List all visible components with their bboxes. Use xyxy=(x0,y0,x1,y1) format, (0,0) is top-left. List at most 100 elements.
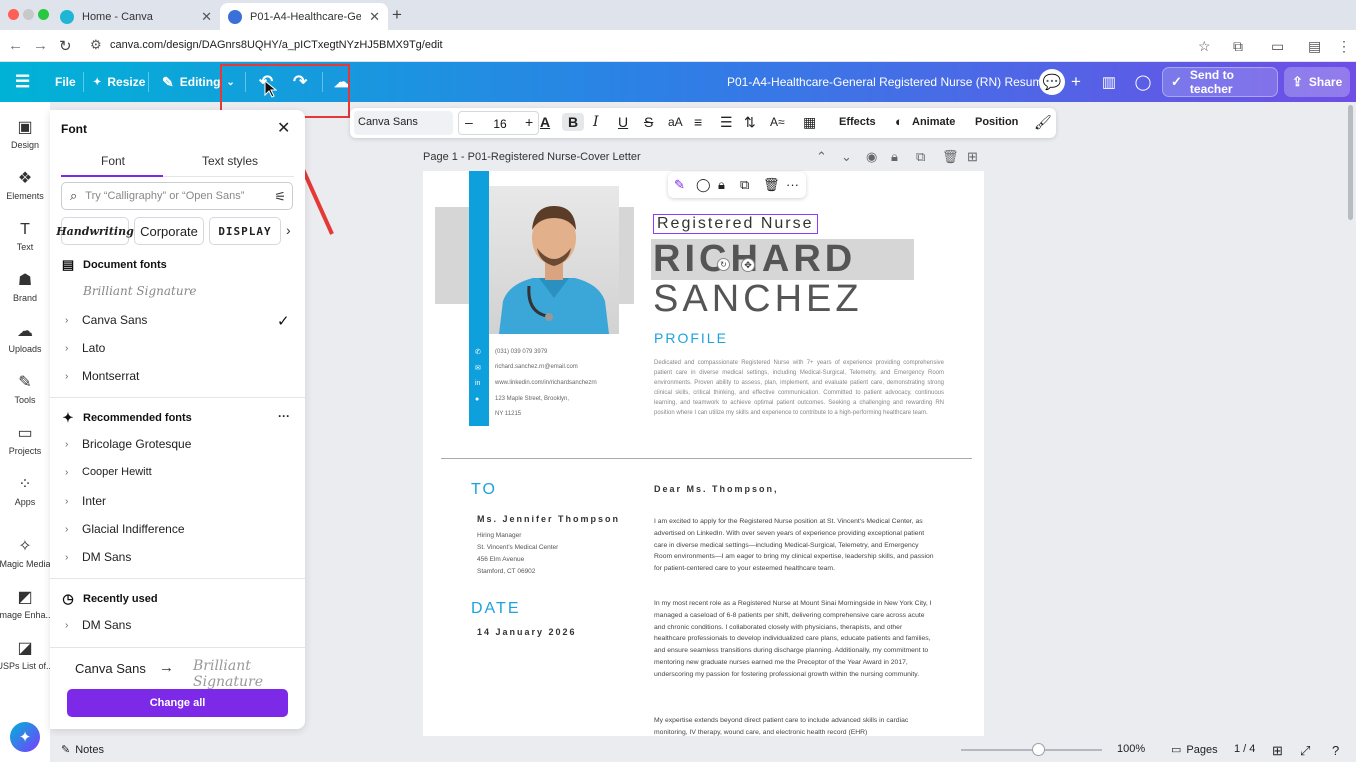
vertical-scrollbar[interactable] xyxy=(1348,105,1353,220)
sidebar-item-text[interactable]: T Text xyxy=(0,221,50,252)
spacing-icon[interactable]: ⇅ xyxy=(744,113,756,131)
comment-icon[interactable]: ◯ xyxy=(1130,69,1156,95)
back-arrow-icon[interactable]: ← xyxy=(8,37,23,54)
font-search-input[interactable] xyxy=(85,190,256,202)
chevron-down-icon[interactable]: ⌄ xyxy=(841,149,852,165)
recipient-name[interactable]: Ms. Jennifer Thompson xyxy=(477,514,620,524)
chip-corporate[interactable]: Corporate xyxy=(134,217,204,245)
zoom-slider-thumb[interactable] xyxy=(1032,743,1046,756)
letter-paragraph[interactable]: In my most recent role as a Registered N… xyxy=(654,598,934,681)
font-item-inter[interactable]: › Inter xyxy=(65,490,295,512)
increase-size-button[interactable]: + xyxy=(525,114,533,130)
browser-tab-design[interactable]: P01-A4-Healthcare-General R ✕ xyxy=(220,3,388,30)
delete-page-icon[interactable]: 🗑︎ xyxy=(942,149,959,165)
main-menu-icon[interactable]: ☰ xyxy=(15,62,30,102)
chevron-right-icon[interactable]: › xyxy=(65,620,73,631)
contact-email[interactable]: richard.sanchez.rn@email.com xyxy=(495,364,578,370)
align-left-icon[interactable]: ≡ xyxy=(694,113,702,131)
new-tab-button[interactable]: + xyxy=(392,5,402,25)
font-item-brilliant-signature[interactable]: Brilliant Signature xyxy=(65,280,295,302)
url-field[interactable]: canva.com/design/DAGnrs8UQHY/a_pICTxegtN… xyxy=(110,39,443,51)
comment-icon[interactable]: ◯ xyxy=(696,177,711,193)
grid-view-icon[interactable]: ⊞ xyxy=(1272,743,1283,759)
profile-photo[interactable] xyxy=(489,186,619,334)
sidebar-item-apps[interactable]: ⁘ Apps xyxy=(0,476,50,507)
comments-avatar-icon[interactable]: 💬 xyxy=(1039,69,1065,95)
hide-page-icon[interactable]: ◉ xyxy=(866,149,877,165)
file-menu[interactable]: File xyxy=(55,62,76,102)
site-info-icon[interactable]: ⚙ xyxy=(90,37,102,53)
font-item-glacial-indifference[interactable]: › Glacial Indifference xyxy=(65,518,295,540)
text-effects-icon[interactable]: A≈ xyxy=(770,113,785,131)
profile-paragraph[interactable]: Dedicated and compassionate Registered N… xyxy=(654,358,944,418)
filter-sliders-icon[interactable]: ⚟ xyxy=(274,189,286,205)
sidebar-item-image-enhancer[interactable]: ◩ Image Enha... xyxy=(0,589,53,620)
sidebar-item-brand[interactable]: ☗ Brand xyxy=(0,272,50,303)
salutation[interactable]: Dear Ms. Thompson, xyxy=(654,484,779,494)
fullscreen-icon[interactable]: ⤢ xyxy=(1300,743,1310,759)
close-tab-icon[interactable]: ✕ xyxy=(201,9,212,25)
transparency-icon[interactable]: ▦ xyxy=(803,113,816,131)
position-button[interactable]: Position xyxy=(975,116,1018,128)
insights-chart-icon[interactable]: ▥ xyxy=(1096,69,1122,95)
font-item-canva-sans[interactable]: › Canva Sans xyxy=(65,309,295,331)
letter-paragraph[interactable]: I am excited to apply for the Registered… xyxy=(654,516,934,575)
animate-button[interactable]: Animate xyxy=(912,116,955,128)
recipient-line[interactable]: Hiring Manager xyxy=(477,532,521,539)
underline-icon[interactable]: U xyxy=(618,113,628,131)
zoom-percentage[interactable]: 100% xyxy=(1117,743,1145,755)
decrease-size-button[interactable]: – xyxy=(465,114,473,130)
close-panel-button[interactable]: ✕ xyxy=(277,118,290,138)
copy-style-icon[interactable]: 🖌 xyxy=(1034,113,1052,131)
chrome-menu-icon[interactable]: ⋮ xyxy=(1337,38,1351,55)
close-window-button[interactable] xyxy=(8,9,19,20)
contact-phone[interactable]: (031) 039 079 3979 xyxy=(495,349,547,355)
letter-date[interactable]: 14 January 2026 xyxy=(477,627,577,637)
profile-heading[interactable]: PROFILE xyxy=(654,330,728,346)
reload-icon[interactable]: ↻ xyxy=(59,37,72,55)
recipient-line[interactable]: St. Vincent's Medical Center xyxy=(477,544,558,551)
chip-display[interactable]: DISPLAY xyxy=(209,217,281,245)
sidebar-item-tools[interactable]: ✎ Tools xyxy=(0,374,50,405)
animate-icon[interactable]: ◐ xyxy=(895,113,903,131)
chevron-right-icon[interactable]: › xyxy=(65,343,73,354)
font-item-dm-sans[interactable]: › DM Sans xyxy=(65,546,295,568)
canva-assistant-button[interactable]: ✦ xyxy=(10,722,40,752)
close-tab-icon[interactable]: ✕ xyxy=(369,9,380,25)
last-name-heading[interactable]: SANCHEZ xyxy=(653,279,863,319)
first-name-heading[interactable]: RICHARD xyxy=(651,239,914,280)
font-item-bricolage-grotesque[interactable]: › Bricolage Grotesque xyxy=(65,433,295,455)
notes-button[interactable]: ✎ Notes xyxy=(61,743,104,757)
effects-button[interactable]: Effects xyxy=(839,116,876,128)
sidebar-blue-bar[interactable] xyxy=(469,171,489,426)
more-options-icon[interactable]: ··· xyxy=(786,177,799,192)
document-title[interactable]: P01-A4-Healthcare-General Registered Nur… xyxy=(727,75,1063,89)
bookmark-star-icon[interactable]: ☆ xyxy=(1198,38,1211,55)
chevron-right-icon[interactable]: › xyxy=(65,552,73,563)
tab-font[interactable]: Font xyxy=(101,154,125,168)
font-item-montserrat[interactable]: › Montserrat xyxy=(65,365,295,387)
send-to-teacher-button[interactable]: ✓ Send to teacher xyxy=(1162,67,1278,97)
contact-address-1[interactable]: 123 Maple Street, Brooklyn, xyxy=(495,396,569,402)
chevron-right-icon[interactable]: › xyxy=(286,222,291,238)
bold-icon[interactable]: B xyxy=(562,113,584,131)
page-label[interactable]: Page 1 - P01-Registered Nurse-Cover Lett… xyxy=(423,151,641,163)
lock-page-icon[interactable]: 🔒︎ xyxy=(891,149,898,165)
tab-search-icon[interactable]: ▭ xyxy=(1271,38,1284,55)
share-button[interactable]: ⇪ Share xyxy=(1284,67,1350,97)
recipient-line[interactable]: 456 Elm Avenue xyxy=(477,556,524,563)
maximize-window-button[interactable] xyxy=(38,9,49,20)
chevron-right-icon[interactable]: › xyxy=(65,496,73,507)
to-heading[interactable]: TO xyxy=(471,481,497,499)
italic-icon[interactable]: I xyxy=(593,113,599,131)
minimize-window-button[interactable] xyxy=(23,9,34,20)
add-page-icon[interactable]: ⊞ xyxy=(967,149,978,165)
chevron-right-icon[interactable]: › xyxy=(65,524,73,535)
role-title-textbox[interactable]: Registered Nurse xyxy=(653,214,818,234)
chevron-up-icon[interactable]: ⌃ xyxy=(816,149,827,165)
rotate-handle-icon[interactable]: ↻ xyxy=(717,258,730,271)
letter-case-icon[interactable]: aA xyxy=(668,113,683,131)
text-color-icon[interactable]: A xyxy=(540,113,550,131)
sidebar-item-magic-media[interactable]: ✧ Magic Media xyxy=(0,538,51,569)
contact-linkedin[interactable]: www.linkedin.com/in/richardsanchezrn xyxy=(495,380,597,386)
